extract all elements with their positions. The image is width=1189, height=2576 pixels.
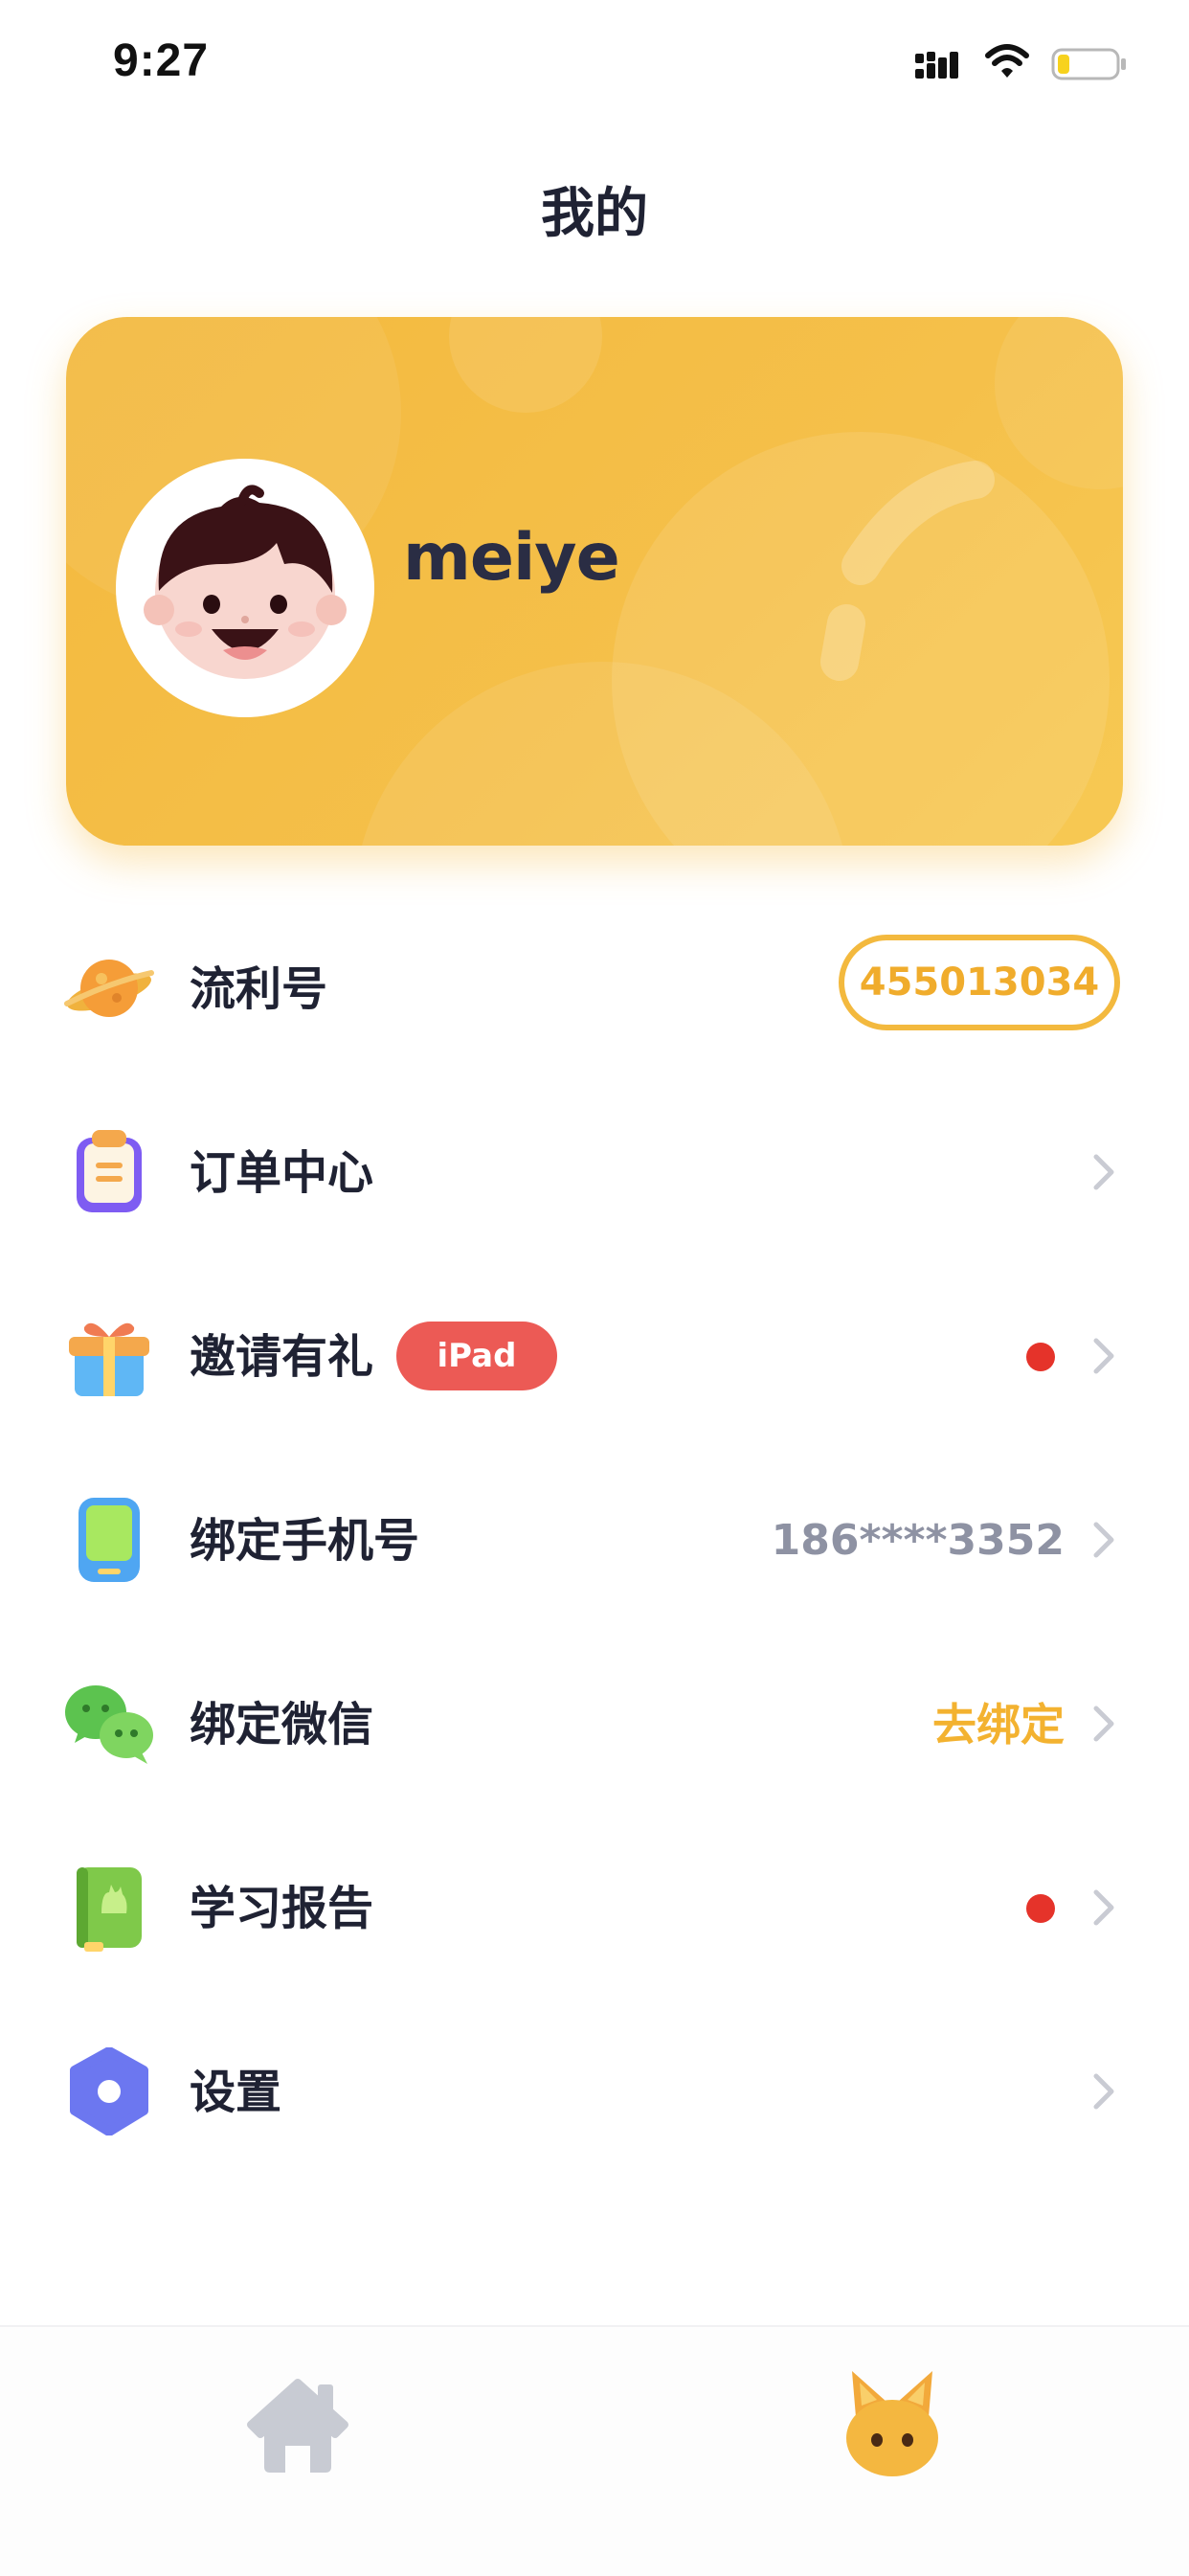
wechat-bind-action[interactable]: 去绑定	[932, 1697, 1065, 1752]
chevron-right-icon	[1093, 1522, 1114, 1558]
status-bar: 9:27	[0, 0, 1189, 128]
menu-label-bind-wechat: 绑定微信	[190, 1698, 374, 1751]
menu-label-study-report: 学习报告	[190, 1882, 374, 1935]
chevron-right-icon	[1093, 2073, 1114, 2110]
tab-bar	[0, 2325, 1189, 2576]
gift-icon	[63, 1312, 155, 1400]
menu-label-liuli-id: 流利号	[190, 962, 328, 1016]
phone-icon	[63, 1496, 155, 1584]
notification-dot	[1026, 1894, 1055, 1923]
menu-item-bind-phone[interactable]: 绑定手机号 186****3352	[0, 1448, 1189, 1632]
username: meiye	[403, 520, 620, 596]
home-icon	[247, 2379, 348, 2473]
fox-mascot-icon	[846, 2371, 938, 2476]
planet-icon	[63, 944, 155, 1032]
chevron-right-icon	[1093, 1338, 1114, 1374]
phone-number-value: 186****3352	[771, 1516, 1065, 1565]
signal-icon	[915, 50, 967, 79]
ipad-badge: iPad	[396, 1322, 557, 1390]
liuli-id-value[interactable]: 455013034	[839, 935, 1120, 1030]
menu-item-bind-wechat[interactable]: 绑定微信 去绑定	[0, 1632, 1189, 1816]
home-tab[interactable]	[243, 2371, 352, 2476]
menu-label-orders: 订单中心	[190, 1146, 374, 1200]
menu-item-settings[interactable]: 设置	[0, 2000, 1189, 2183]
menu-item-study-report[interactable]: 学习报告	[0, 1816, 1189, 2000]
profile-card[interactable]: meiye	[66, 317, 1123, 846]
report-book-icon	[63, 1864, 155, 1952]
menu-item-liuli-id[interactable]: 流利号 455013034	[0, 896, 1189, 1080]
order-clipboard-icon	[63, 1128, 155, 1216]
notification-dot	[1026, 1343, 1055, 1371]
settings-icon	[63, 2047, 155, 2135]
battery-icon	[1051, 46, 1128, 82]
menu-label-bind-phone: 绑定手机号	[190, 1514, 420, 1568]
chevron-right-icon	[1093, 1889, 1114, 1926]
status-time: 9:27	[113, 35, 210, 86]
chevron-right-icon	[1093, 1706, 1114, 1742]
avatar[interactable]	[116, 459, 374, 717]
menu-item-invite[interactable]: 邀请有礼 iPad	[0, 1264, 1189, 1448]
wechat-icon	[63, 1680, 155, 1768]
menu-item-orders[interactable]: 订单中心	[0, 1080, 1189, 1264]
menu-label-invite: 邀请有礼	[190, 1330, 374, 1384]
page-title: 我的	[541, 183, 648, 245]
menu-label-settings: 设置	[190, 2066, 282, 2119]
wifi-icon	[984, 44, 1030, 80]
boy-avatar-icon	[144, 485, 347, 679]
chevron-right-icon	[1093, 1154, 1114, 1190]
mine-tab[interactable]	[842, 2367, 942, 2478]
